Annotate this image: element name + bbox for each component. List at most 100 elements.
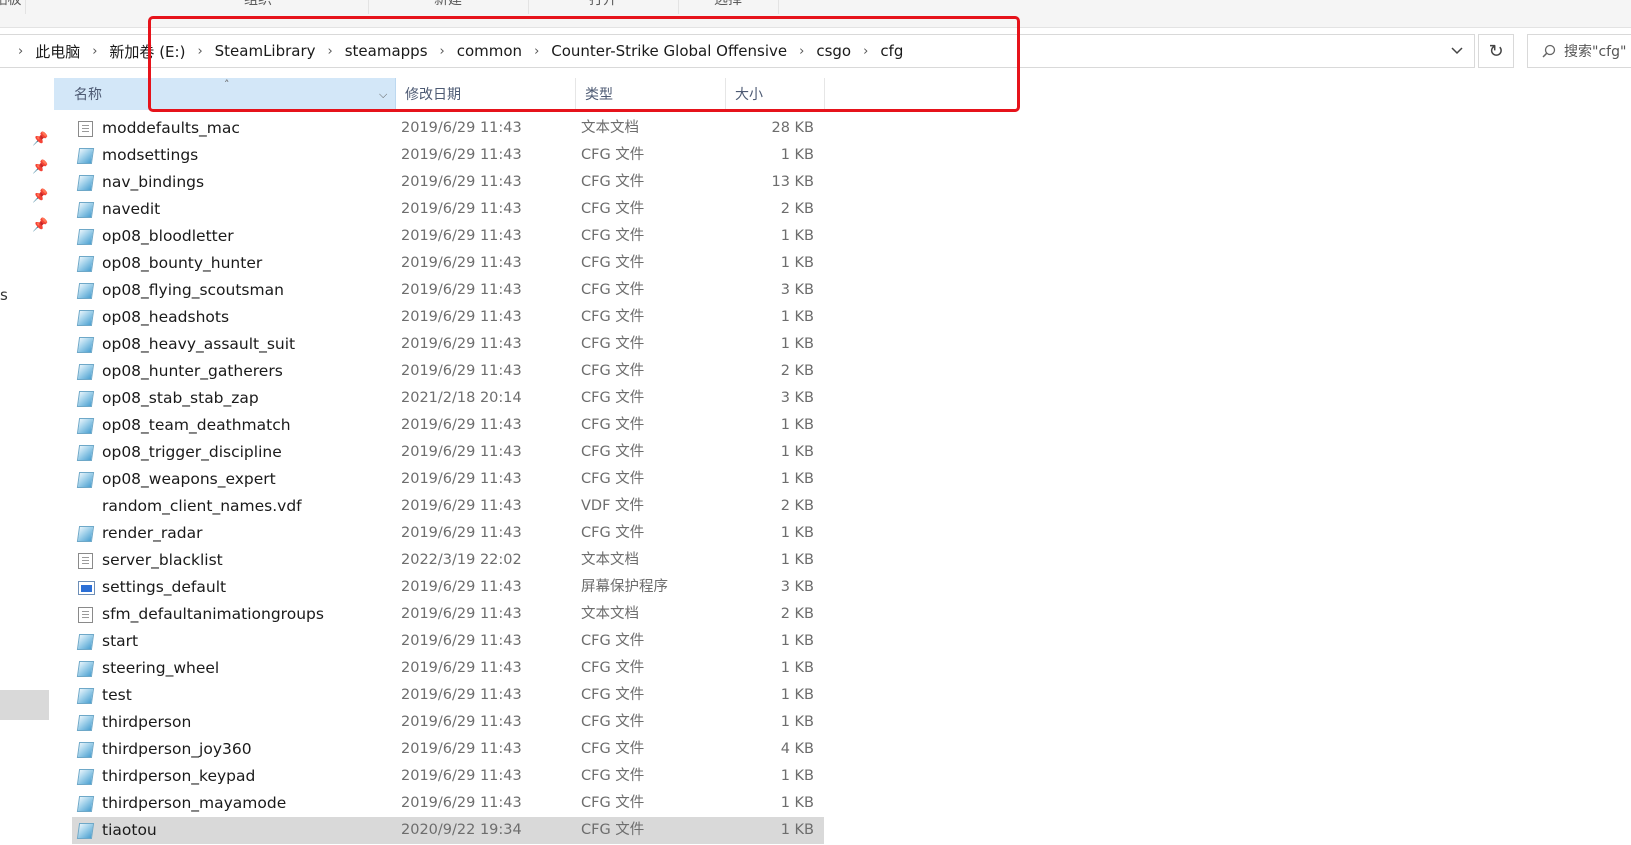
file-row[interactable]: op08_bounty_hunter 2019/6/29 11:43 CFG 文件 1… — [72, 250, 824, 277]
refresh-button[interactable]: ↻ — [1478, 34, 1514, 68]
ribbon-group-select[interactable]: 选择 — [678, 0, 779, 14]
ribbon-group-new[interactable]: 新建 — [368, 0, 529, 14]
nav-item-selected[interactable] — [0, 690, 49, 720]
file-size: 1 KB — [780, 444, 814, 460]
file-row[interactable]: op08_trigger_discipline 2019/6/29 11:43 CF… — [72, 439, 824, 466]
file-date: 2019/6/29 11:43 — [401, 795, 522, 811]
pin-icon[interactable]: 📌 — [32, 189, 48, 204]
ribbon-group-organize[interactable]: 组织 — [148, 0, 369, 14]
file-date: 2021/2/18 20:14 — [401, 390, 522, 406]
breadcrumb-item-steamlibrary[interactable]: SteamLibrary — [211, 42, 320, 60]
file-row[interactable]: steering_wheel 2019/6/29 11:43 CFG 文件 1 KB — [72, 655, 824, 682]
file-date: 2019/6/29 11:43 — [401, 417, 522, 433]
cfg-file-icon — [76, 310, 95, 326]
breadcrumb-item-drive[interactable]: 新加卷 (E:) — [105, 41, 189, 62]
file-row[interactable]: modsettings 2019/6/29 11:43 CFG 文件 1 KB — [72, 142, 824, 169]
address-history-dropdown[interactable] — [1440, 35, 1474, 67]
file-date: 2019/6/29 11:43 — [401, 498, 522, 514]
file-type: CFG 文件 — [581, 768, 645, 784]
chevron-down-icon[interactable]: ⌵ — [379, 78, 387, 112]
file-row[interactable]: moddefaults_mac 2019/6/29 11:43 文本文档 28 KB — [72, 115, 824, 142]
file-size: 3 KB — [780, 579, 814, 595]
ribbon-group-label: 组织 — [244, 0, 272, 8]
file-row[interactable]: thirdperson_mayamode 2019/6/29 11:43 CFG 文… — [72, 790, 824, 817]
file-row[interactable]: sfm_defaultanimationgroups 2019/6/29 11:4… — [72, 601, 824, 628]
breadcrumb-item-cfg[interactable]: cfg — [876, 42, 907, 60]
file-type: CFG 文件 — [581, 471, 645, 487]
file-row[interactable]: thirdperson_keypad 2019/6/29 11:43 CFG 文件 1… — [72, 763, 824, 790]
file-name: random_client_names.vdf — [102, 497, 302, 515]
pin-icon[interactable]: 📌 — [32, 218, 48, 233]
column-header-name[interactable]: ˄ 名称 ⌵ — [54, 78, 396, 110]
breadcrumb-item-csgo-root[interactable]: Counter-Strike Global Offensive — [547, 42, 791, 60]
file-row[interactable]: render_radar 2019/6/29 11:43 CFG 文件 1 KB — [72, 520, 824, 547]
file-type: CFG 文件 — [581, 525, 645, 541]
column-header-date[interactable]: 修改日期 — [396, 78, 576, 110]
file-row[interactable]: tiaotou 2020/9/22 19:34 CFG 文件 1 KB — [72, 817, 824, 844]
breadcrumb-item-csgo[interactable]: csgo — [812, 42, 855, 60]
nav-item-label[interactable]: s — [0, 286, 8, 304]
file-row[interactable]: op08_weapons_expert 2019/6/29 11:43 CFG 文件… — [72, 466, 824, 493]
cfg-file-icon — [76, 229, 95, 245]
file-row[interactable]: thirdperson_joy360 2019/6/29 11:43 CFG 文件 4… — [72, 736, 824, 763]
column-header-type[interactable]: 类型 — [576, 78, 726, 110]
pin-icon[interactable]: 📌 — [32, 132, 48, 147]
ribbon-group-clipboard[interactable]: 贴板 — [0, 0, 26, 14]
chevron-right-icon[interactable]: › — [84, 44, 105, 59]
chevron-right-icon[interactable]: › — [10, 44, 31, 59]
breadcrumb: › 此电脑 › 新加卷 (E:) › SteamLibrary › steama… — [10, 35, 907, 67]
file-row[interactable]: start 2019/6/29 11:43 CFG 文件 1 KB — [72, 628, 824, 655]
file-name: op08_hunter_gatherers — [102, 362, 283, 380]
chevron-right-icon[interactable]: › — [320, 44, 341, 59]
file-type: CFG 文件 — [581, 228, 645, 244]
file-date: 2019/6/29 11:43 — [401, 768, 522, 784]
file-row[interactable]: nav_bindings 2019/6/29 11:43 CFG 文件 13 KB — [72, 169, 824, 196]
file-type: CFG 文件 — [581, 795, 645, 811]
file-type: 文本文档 — [581, 606, 639, 622]
file-name: op08_team_deathmatch — [102, 416, 291, 434]
file-row[interactable]: server_blacklist 2022/3/19 22:02 文本文档 1 KB — [72, 547, 824, 574]
file-type: CFG 文件 — [581, 147, 645, 163]
chevron-right-icon[interactable]: › — [855, 44, 876, 59]
file-date: 2019/6/29 11:43 — [401, 714, 522, 730]
file-name: server_blacklist — [102, 551, 223, 569]
file-type: 屏幕保护程序 — [581, 579, 668, 595]
column-header-size[interactable]: 大小 — [726, 78, 825, 110]
breadcrumb-item-steamapps[interactable]: steamapps — [341, 42, 432, 60]
file-size: 4 KB — [780, 741, 814, 757]
file-row[interactable]: thirdperson 2019/6/29 11:43 CFG 文件 1 KB — [72, 709, 824, 736]
cfg-file-icon — [76, 175, 95, 191]
file-name: steering_wheel — [102, 659, 220, 677]
file-name: render_radar — [102, 524, 203, 542]
file-size: 1 KB — [780, 255, 814, 271]
file-row[interactable]: settings_default 2019/6/29 11:43 屏幕保护程序 3 K… — [72, 574, 824, 601]
file-size: 1 KB — [780, 309, 814, 325]
cfg-file-icon — [76, 256, 95, 272]
file-row[interactable]: navedit 2019/6/29 11:43 CFG 文件 2 KB — [72, 196, 824, 223]
ribbon-group-open[interactable]: 打开 — [528, 0, 679, 14]
file-date: 2019/6/29 11:43 — [401, 120, 522, 136]
cfg-file-icon — [76, 472, 95, 488]
breadcrumb-item-common[interactable]: common — [453, 42, 526, 60]
file-row[interactable]: op08_headshots 2019/6/29 11:43 CFG 文件 1 KB — [72, 304, 824, 331]
chevron-right-icon[interactable]: › — [791, 44, 812, 59]
file-name: nav_bindings — [102, 173, 205, 191]
breadcrumb-item-this-pc[interactable]: 此电脑 — [31, 41, 84, 62]
address-bar[interactable]: › 此电脑 › 新加卷 (E:) › SteamLibrary › steama… — [0, 34, 1475, 68]
file-row[interactable]: test 2019/6/29 11:43 CFG 文件 1 KB — [72, 682, 824, 709]
chevron-right-icon[interactable]: › — [432, 44, 453, 59]
cfg-file-icon — [76, 715, 95, 731]
file-row[interactable]: op08_heavy_assault_suit 2019/6/29 11:43 CF… — [72, 331, 824, 358]
file-row[interactable]: op08_bloodletter 2019/6/29 11:43 CFG 文件 1 K… — [72, 223, 824, 250]
file-row[interactable]: op08_team_deathmatch 2019/6/29 11:43 CFG 文… — [72, 412, 824, 439]
ribbon-group-label: 贴板 — [0, 0, 22, 8]
file-row[interactable]: op08_hunter_gatherers 2019/6/29 11:43 CFG … — [72, 358, 824, 385]
file-row[interactable]: op08_flying_scoutsman 2019/6/29 11:43 CFG … — [72, 277, 824, 304]
file-name: op08_weapons_expert — [102, 470, 276, 488]
file-row[interactable]: op08_stab_stab_zap 2021/2/18 20:14 CFG 文件 3… — [72, 385, 824, 412]
chevron-right-icon[interactable]: › — [526, 44, 547, 59]
search-input[interactable]: 搜索"cfg" — [1527, 34, 1631, 68]
file-row[interactable]: random_client_names.vdf 2019/6/29 11:43 VD… — [72, 493, 824, 520]
pin-icon[interactable]: 📌 — [32, 160, 48, 175]
chevron-right-icon[interactable]: › — [189, 44, 210, 59]
